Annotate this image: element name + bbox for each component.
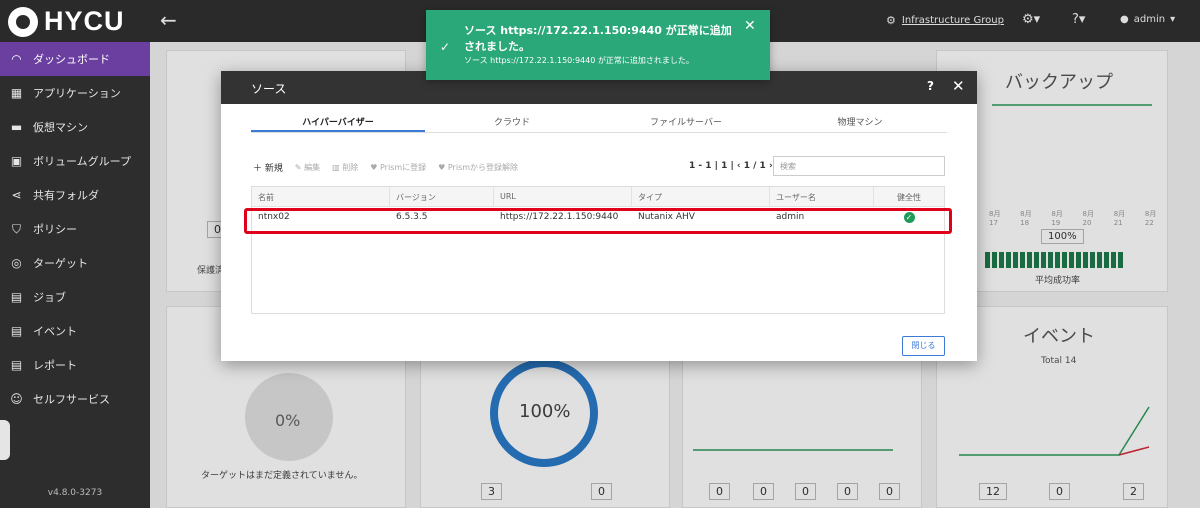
logo-text: HYCU <box>44 6 125 36</box>
settings-icon[interactable]: ⚙▾ <box>1022 12 1040 27</box>
table-header: 名前 バージョン URL タイプ ユーザー名 健全性 <box>252 187 944 207</box>
source-toolbar: ＋ 新規 ✎ 編集 ▥ 削除 ♥ Prismに登録 ♥ Prismから登録解除 <box>253 161 518 174</box>
pagination[interactable]: 1 - 1 | 1 | ‹ 1 / 1 › <box>689 161 773 171</box>
help-icon[interactable]: ? <box>927 79 934 93</box>
trash-icon: ▥ <box>332 163 340 172</box>
source-tabs: ハイパーバイザー クラウド ファイルサーバー 物理マシン <box>251 115 947 133</box>
tab-hypervisor[interactable]: ハイパーバイザー <box>251 115 425 132</box>
volume-icon: ▣ <box>10 154 23 168</box>
close-button[interactable]: 閉じる <box>902 336 945 356</box>
sidebar: ◠ ダッシュボード ▦ アプリケーション ▬ 仮想マシン ▣ ボリュームグループ ⋖ 共有… <box>0 42 150 508</box>
drag-handle[interactable] <box>0 420 10 460</box>
new-button[interactable]: ＋ 新規 <box>253 161 283 174</box>
column-health[interactable]: 健全性 <box>874 187 944 206</box>
success-toast: ✓ ソース https://172.22.1.150:9440 が正常に追加され… <box>426 10 770 80</box>
vm-icon: ▬ <box>10 120 23 134</box>
user-label: admin <box>1133 14 1166 25</box>
tab-file-server[interactable]: ファイルサーバー <box>599 115 773 132</box>
sidebar-item-policies[interactable]: ⛉ ポリシー <box>0 212 150 246</box>
toast-detail: ソース https://172.22.1.150:9440 が正常に追加されまし… <box>464 56 694 65</box>
register-prism-button[interactable]: ♥ Prismに登録 <box>370 162 426 173</box>
delete-button[interactable]: ▥ 削除 <box>332 162 358 173</box>
tab-physical[interactable]: 物理マシン <box>773 115 947 132</box>
check-icon: ✓ <box>440 40 451 54</box>
version-label: v4.8.0-3273 <box>47 488 103 498</box>
column-user[interactable]: ユーザー名 <box>770 187 874 206</box>
column-name[interactable]: 名前 <box>252 187 390 206</box>
edit-button[interactable]: ✎ 編集 <box>295 162 320 173</box>
user-icon: ● <box>1120 14 1129 25</box>
report-icon: ▤ <box>10 358 23 372</box>
row-highlight <box>244 208 952 234</box>
event-icon: ▤ <box>10 324 23 338</box>
self-service-icon: ☺ <box>10 392 23 406</box>
logo-mark-icon <box>8 6 38 37</box>
dashboard-icon: ◠ <box>11 52 22 66</box>
sidebar-item-applications[interactable]: ▦ アプリケーション <box>0 76 150 110</box>
infrastructure-group-link[interactable]: ⚙ Infrastructure Group <box>886 14 1004 27</box>
help-icon[interactable]: ?▾ <box>1072 12 1085 27</box>
column-version[interactable]: バージョン <box>390 187 494 206</box>
plus-icon: ＋ <box>253 164 263 174</box>
sidebar-item-dashboard[interactable]: ◠ ダッシュボード <box>0 42 150 76</box>
column-url[interactable]: URL <box>494 187 632 206</box>
job-icon: ▤ <box>10 290 23 304</box>
pencil-icon: ✎ <box>294 163 302 172</box>
heart-off-icon: ♥ <box>438 163 446 172</box>
search-input[interactable]: 検索 <box>773 156 945 176</box>
hycu-logo[interactable]: HYCU <box>8 6 125 37</box>
group-icon: ⚙ <box>886 14 896 27</box>
sidebar-item-shares[interactable]: ⋖ 共有フォルダ <box>0 178 150 212</box>
sidebar-item-vms[interactable]: ▬ 仮想マシン <box>0 110 150 144</box>
shield-icon: ⛉ <box>11 221 21 236</box>
tab-cloud[interactable]: クラウド <box>425 115 599 132</box>
share-icon: ⋖ <box>11 188 22 202</box>
sidebar-item-self-service[interactable]: ☺ セルフサービス <box>0 382 150 416</box>
sidebar-item-reports[interactable]: ▤ レポート <box>0 348 150 382</box>
toast-title: ソース https://172.22.1.150:9440 が正常に追加されまし… <box>464 24 732 53</box>
arrow-left-icon[interactable]: ← <box>160 8 177 32</box>
close-icon[interactable]: ✕ <box>744 18 756 34</box>
close-icon[interactable]: ✕ <box>952 77 965 95</box>
dialog-title: ソース <box>251 82 287 96</box>
target-icon: ◎ <box>11 256 22 270</box>
column-type[interactable]: タイプ <box>632 187 770 206</box>
apps-icon: ▦ <box>10 86 23 100</box>
sidebar-item-volume-groups[interactable]: ▣ ボリュームグループ <box>0 144 150 178</box>
unregister-prism-button[interactable]: ♥ Prismから登録解除 <box>438 162 518 173</box>
sidebar-item-targets[interactable]: ◎ ターゲット <box>0 246 150 280</box>
sources-table: 名前 バージョン URL タイプ ユーザー名 健全性 ntnx02 6.5.3.… <box>251 186 945 314</box>
user-menu[interactable]: ● admin ▾ <box>1120 14 1175 25</box>
sidebar-item-jobs[interactable]: ▤ ジョブ <box>0 280 150 314</box>
chevron-down-icon: ▾ <box>1170 14 1176 25</box>
heart-icon: ♥ <box>370 163 378 172</box>
sidebar-item-events[interactable]: ▤ イベント <box>0 314 150 348</box>
